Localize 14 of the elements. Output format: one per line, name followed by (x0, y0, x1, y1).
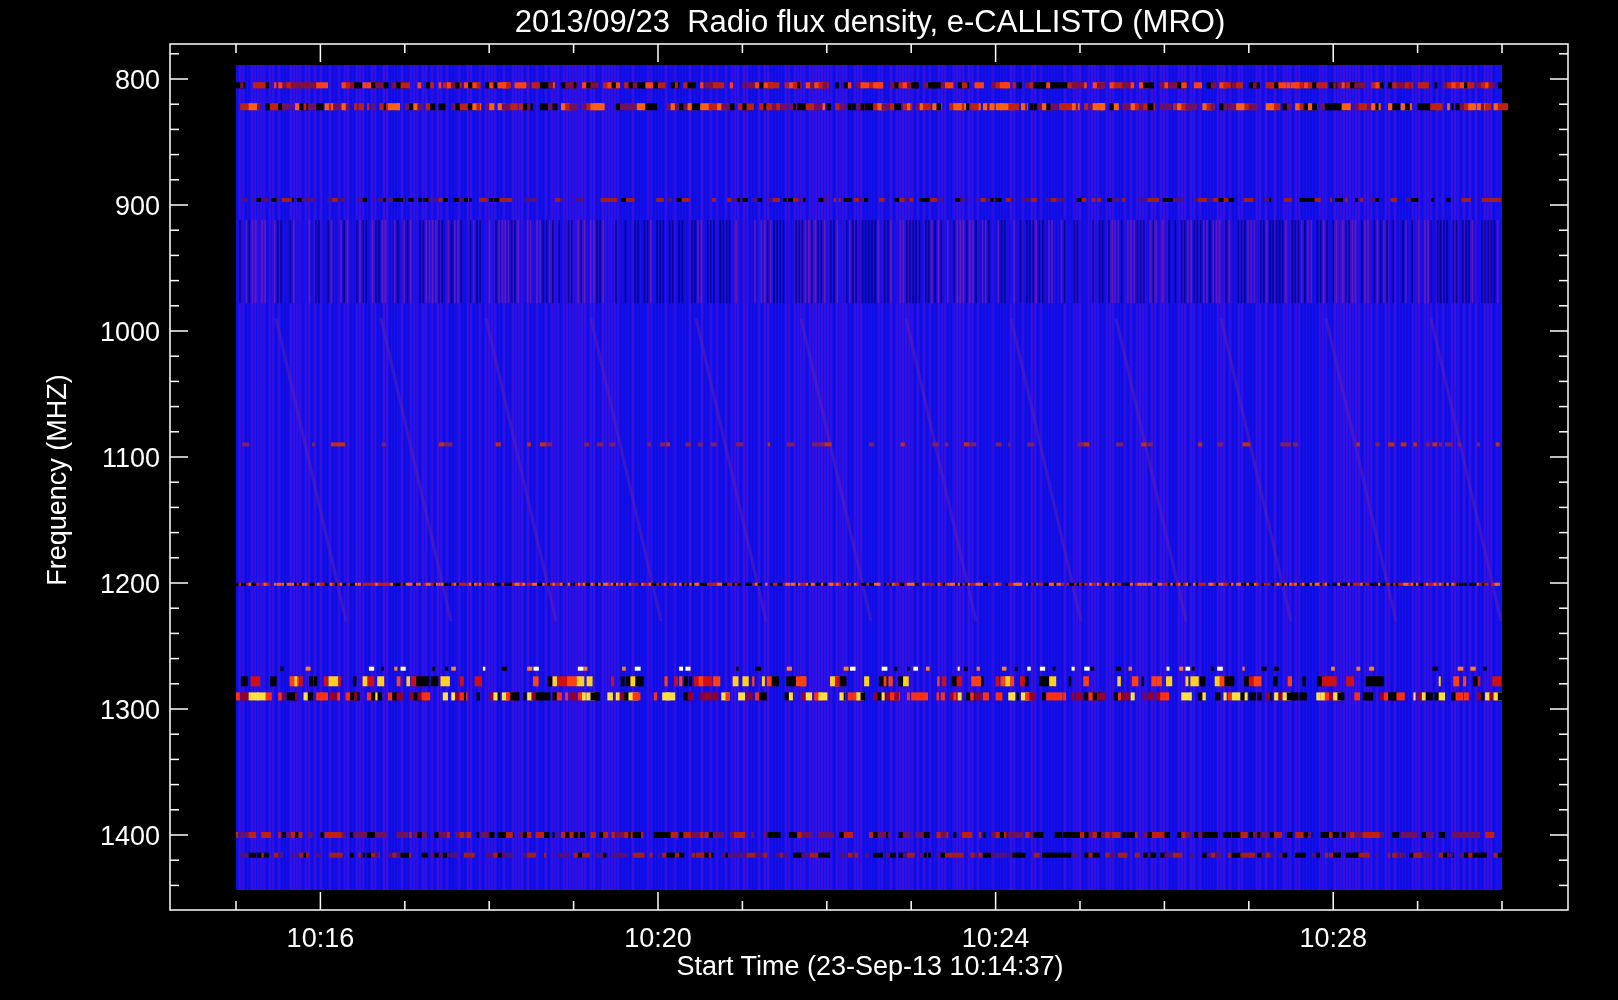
tick-label: 1000 (99, 317, 160, 347)
tick-label: 1100 (101, 443, 160, 473)
tick-label: 1200 (99, 569, 160, 599)
axis-label: Frequency (MHZ) (42, 374, 72, 586)
tick-label: 1300 (99, 695, 160, 725)
tick-label: 10:24 (961, 923, 1030, 953)
tick-label: 800 (114, 65, 160, 95)
chart-title: 2013/09/23 Radio flux density, e-CALLISTO (MRO) (514, 4, 1226, 39)
tick-label: 10:28 (1299, 923, 1367, 953)
tick-label: 10:16 (286, 923, 355, 953)
axis-label: Start Time (23-Sep-13 10:14:37) (676, 951, 1064, 981)
tick-label: 900 (114, 191, 160, 221)
tick-label: 10:20 (624, 923, 692, 953)
tick-label: 1400 (99, 821, 160, 851)
